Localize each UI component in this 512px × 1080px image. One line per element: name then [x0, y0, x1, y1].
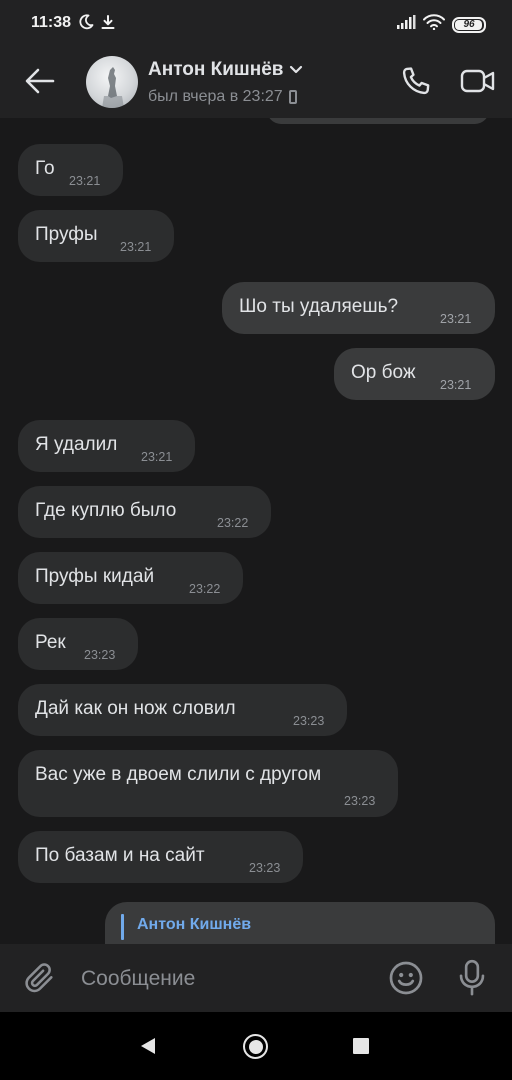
message-bubble-partial[interactable] [267, 118, 489, 124]
message-time: 23:21 [440, 378, 472, 392]
chat-header: Антон Кишнёв был вчера в 23:27 [0, 48, 512, 118]
message-text: Вас уже в двоем слили с другом [35, 764, 322, 785]
message-text: Пруфы кидай [35, 566, 155, 587]
message-text: По базам и на сайт [35, 845, 205, 866]
message-text: Я удалил [35, 434, 118, 455]
message-text: Ор бож [351, 362, 416, 383]
message-text: Рек [35, 632, 66, 653]
video-camera-icon [460, 69, 495, 93]
message-time: 23:22 [217, 516, 249, 530]
emoji-button[interactable] [388, 960, 424, 996]
avatar-image [102, 67, 124, 108]
message-bubble-incoming[interactable]: Где куплю было 23:22 [18, 486, 271, 538]
battery-icon: 96 [452, 16, 486, 33]
nav-back-button[interactable] [138, 1036, 158, 1056]
message-time: 23:23 [249, 861, 281, 875]
message-time: 23:22 [189, 582, 221, 596]
message-bubble-incoming[interactable]: Го 23:21 [18, 144, 123, 196]
phone-icon [402, 67, 430, 95]
reply-author: Антон Кишнёв [137, 916, 252, 933]
message-time: 23:21 [440, 312, 472, 326]
message-bubble-incoming[interactable]: Вас уже в двоем слили с другом 23:23 [18, 750, 398, 817]
system-navigation-bar [0, 1012, 512, 1080]
message-list[interactable]: Го 23:21 Пруфы 23:21 Шо ты удаляешь? 23:… [0, 118, 512, 944]
last-seen: был вчера в 23:27 [148, 88, 283, 105]
microphone-icon [459, 959, 485, 996]
avatar[interactable] [86, 56, 138, 108]
back-arrow-icon [25, 68, 55, 94]
message-composer [0, 944, 512, 1012]
message-time: 23:23 [344, 794, 376, 808]
call-button[interactable] [396, 61, 436, 101]
message-text: Го [35, 158, 55, 179]
triangle-back-icon [141, 1038, 155, 1054]
message-bubble-incoming[interactable]: Пруфы кидай 23:22 [18, 552, 243, 604]
nav-home-button[interactable] [243, 1034, 268, 1059]
message-text: Шо ты удаляешь? [239, 296, 399, 317]
message-input[interactable] [81, 964, 371, 994]
status-bar: 11:38 96 [0, 0, 512, 48]
battery-level: 96 [463, 19, 475, 30]
status-time: 11:38 [31, 14, 72, 31]
contact-name: Антон Кишнёв [148, 59, 284, 80]
attach-button[interactable] [22, 960, 58, 996]
message-time: 23:21 [69, 174, 101, 188]
message-time: 23:23 [84, 648, 116, 662]
video-call-button[interactable] [458, 61, 498, 101]
reply-indicator [121, 914, 124, 940]
emoji-icon [389, 961, 423, 995]
contact-status-row: был вчера в 23:27 [148, 88, 297, 106]
message-bubble-outgoing[interactable]: Ор бож 23:21 [334, 348, 495, 400]
message-bubble-outgoing[interactable]: Шо ты удаляешь? 23:21 [222, 282, 495, 334]
nav-recents-button[interactable] [353, 1038, 369, 1054]
paperclip-icon [25, 963, 53, 993]
back-button[interactable] [22, 63, 58, 99]
contact-title[interactable]: Антон Кишнёв [148, 59, 303, 81]
message-bubble-incoming[interactable]: Рек 23:23 [18, 618, 138, 670]
message-text: Пруфы [35, 224, 98, 245]
message-bubble-incoming[interactable]: Дай как он нож словил 23:23 [18, 684, 347, 736]
message-text: Дай как он нож словил [35, 698, 236, 719]
message-time: 23:21 [120, 240, 152, 254]
moon-icon [78, 13, 94, 35]
download-icon [100, 14, 116, 35]
message-text: Где куплю было [35, 500, 177, 521]
chevron-down-icon [290, 65, 303, 74]
mobile-device-icon [288, 90, 297, 104]
signal-icon [396, 15, 416, 34]
message-bubble-incoming[interactable]: По базам и на сайт 23:23 [18, 831, 303, 883]
circle-home-icon [248, 1039, 263, 1054]
message-bubble-incoming[interactable]: Пруфы 23:21 [18, 210, 174, 262]
message-bubble-reply[interactable]: Антон Кишнёв [105, 902, 495, 944]
wifi-icon [423, 14, 445, 35]
message-time: 23:21 [141, 450, 173, 464]
message-time: 23:23 [293, 714, 325, 728]
message-bubble-incoming[interactable]: Я удалил 23:21 [18, 420, 195, 472]
voice-message-button[interactable] [454, 958, 490, 998]
